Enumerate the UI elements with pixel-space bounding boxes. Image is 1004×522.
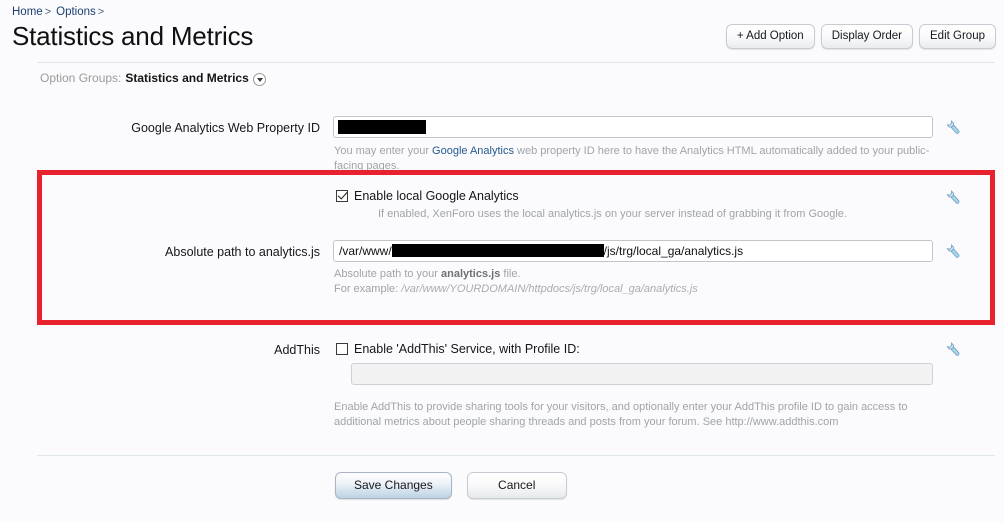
- analytics-path-prefix: /var/www/: [339, 244, 392, 258]
- addthis-enable-label: Enable 'AddThis' Service, with Profile I…: [354, 342, 580, 356]
- ga-web-property-redaction: [338, 120, 426, 134]
- analytics-path-redaction: [391, 244, 604, 258]
- addthis-profile-id-input[interactable]: [351, 363, 933, 385]
- breadcrumb-separator: >: [97, 6, 105, 18]
- addthis-hint: Enable AddThis to provide sharing tools …: [334, 401, 908, 428]
- enable-local-ga-checkbox[interactable]: [336, 190, 348, 202]
- analytics-path-suffix: /js/trg/local_ga/analytics.js: [603, 244, 744, 258]
- analytics-path-hint: Absolute path to your analytics.js file.…: [334, 267, 934, 296]
- chevron-down-icon[interactable]: [252, 72, 266, 86]
- page-title: Statistics and Metrics: [12, 21, 254, 51]
- form-actions: Save Changes Cancel: [335, 472, 567, 499]
- option-groups-label: Option Groups:: [40, 71, 122, 85]
- footer-divider: [37, 455, 995, 456]
- ga-web-property-hint: You may enter your Google Analytics web …: [334, 144, 934, 173]
- admin-options-page: Home > Options > Statistics and Metrics + A…: [0, 0, 1004, 522]
- enable-local-ga-row: Enable local Google Analytics: [336, 189, 519, 203]
- breadcrumb-separator: >: [44, 6, 52, 18]
- save-changes-button[interactable]: Save Changes: [335, 472, 452, 499]
- add-option-button[interactable]: + Add Option: [725, 24, 815, 49]
- addthis-enable-checkbox[interactable]: [336, 343, 348, 355]
- header-divider: [37, 62, 995, 63]
- hint-line2-prefix: For example:: [334, 282, 402, 295]
- hint-line1-before: Absolute path to your: [334, 268, 442, 280]
- wrench-icon[interactable]: [944, 340, 964, 360]
- cancel-button[interactable]: Cancel: [466, 472, 567, 499]
- addthis-label: AddThis: [274, 343, 320, 357]
- hint-text-before: You may enter your: [334, 145, 433, 157]
- wrench-icon[interactable]: [944, 118, 964, 138]
- enable-local-ga-label: Enable local Google Analytics: [354, 189, 519, 203]
- hint-line1-after: file.: [500, 268, 521, 280]
- ga-web-property-label: Google Analytics Web Property ID: [131, 121, 320, 135]
- enable-local-ga-hint: If enabled, XenForo uses the local analy…: [378, 208, 847, 220]
- edit-group-button[interactable]: Edit Group: [919, 24, 996, 49]
- hint-line1-bold: analytics.js: [441, 268, 501, 280]
- option-groups-selector: Option Groups: Statistics and Metrics: [40, 71, 266, 86]
- display-order-button[interactable]: Display Order: [820, 24, 914, 49]
- option-groups-value: Statistics and Metrics: [125, 71, 249, 85]
- page-toolbar: + Add Option Display Order Edit Group: [725, 24, 996, 49]
- analytics-path-input[interactable]: /var/www/ /js/trg/local_ga/analytics.js: [333, 240, 933, 262]
- analytics-path-label: Absolute path to analytics.js: [165, 245, 320, 259]
- addthis-enable-row: Enable 'AddThis' Service, with Profile I…: [336, 342, 580, 356]
- breadcrumb-item-options[interactable]: Options: [56, 6, 96, 18]
- wrench-icon[interactable]: [944, 188, 964, 208]
- google-analytics-link[interactable]: Google Analytics: [432, 145, 514, 157]
- wrench-icon[interactable]: [944, 242, 964, 262]
- hint-line2-example: /var/www/YOURDOMAIN/httpdocs/js/trg/loca…: [401, 282, 698, 295]
- breadcrumb: Home > Options >: [12, 6, 109, 18]
- breadcrumb-item-home[interactable]: Home: [12, 6, 43, 18]
